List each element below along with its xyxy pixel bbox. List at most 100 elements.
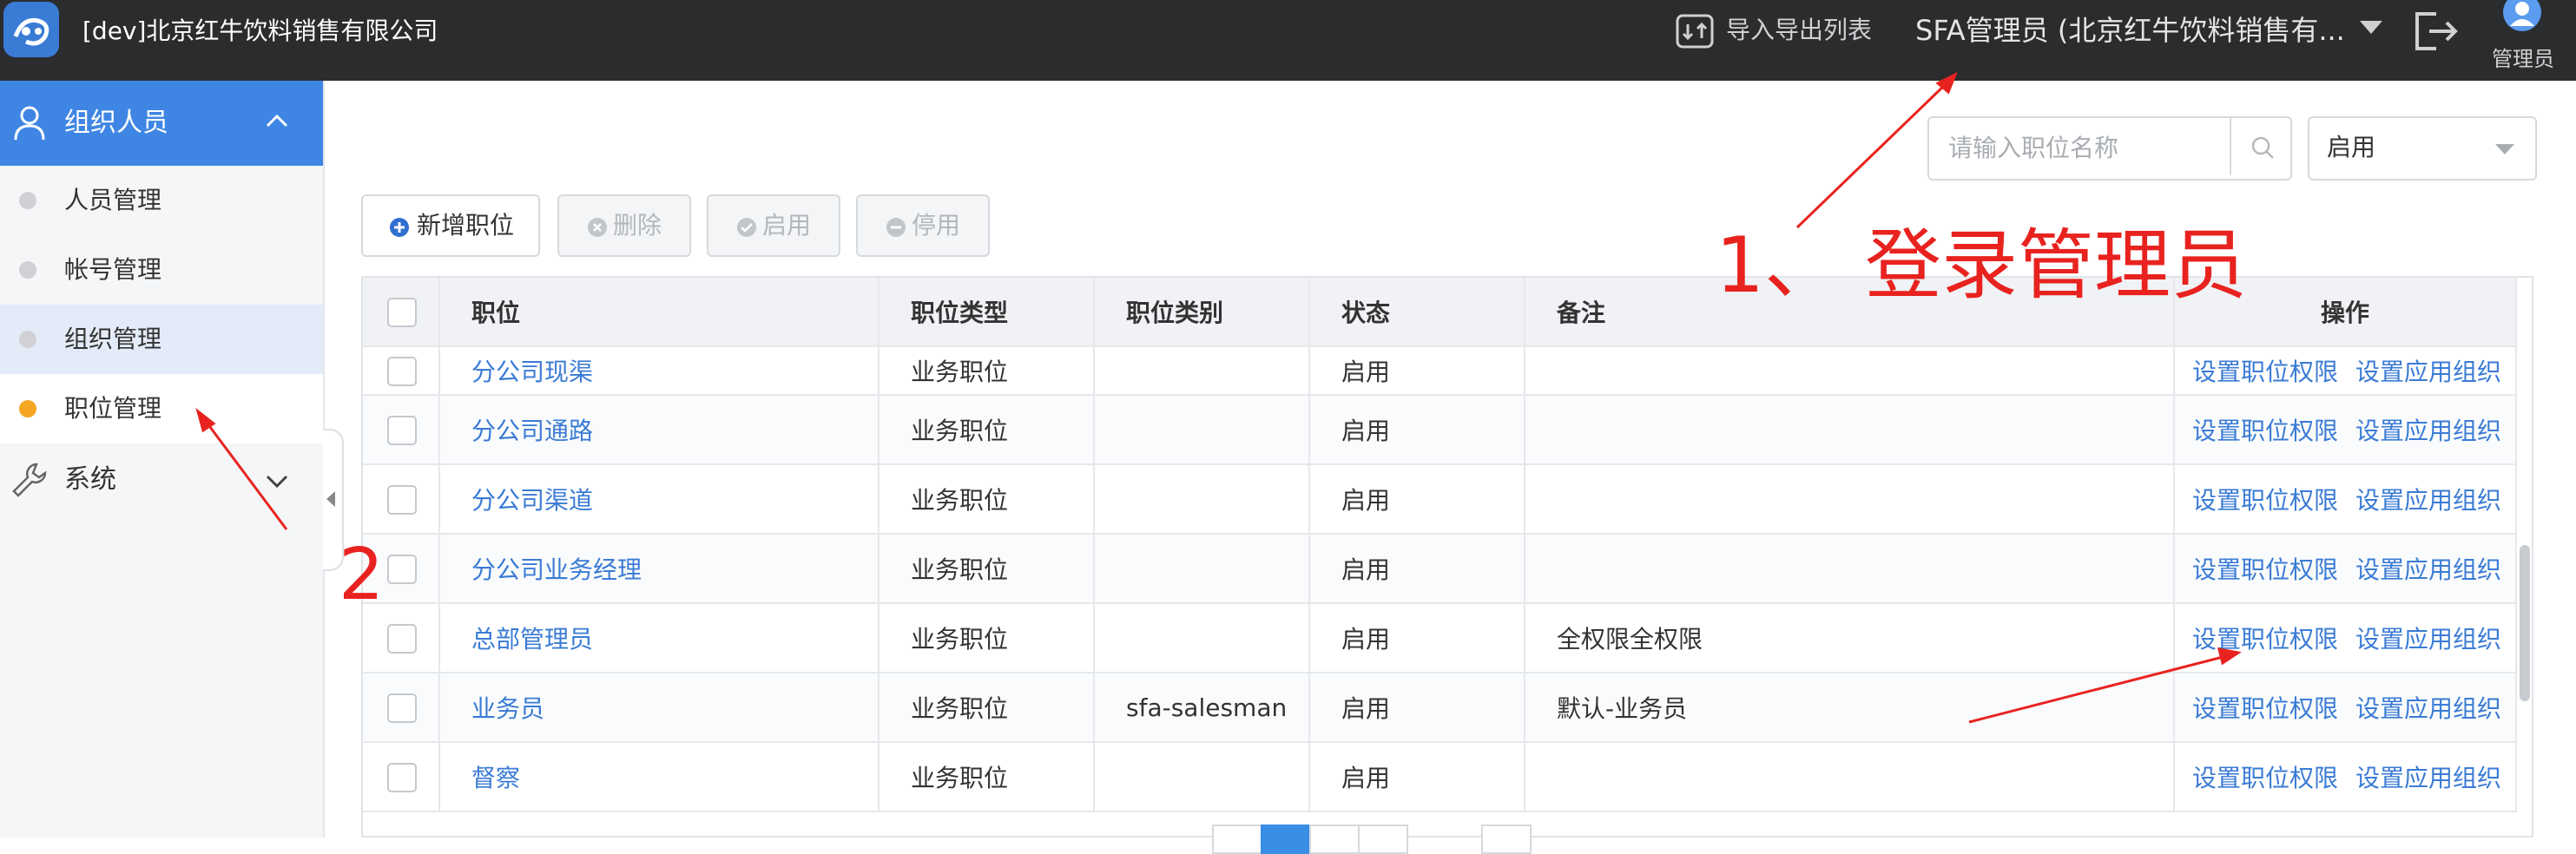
sidebar-item-personnel[interactable]: 人员管理: [0, 166, 323, 235]
avatar-icon[interactable]: [2502, 0, 2542, 35]
remark-cell: [1525, 464, 2175, 535]
annotation-step-2: 2: [339, 534, 385, 616]
status-select[interactable]: 启用: [2308, 116, 2537, 181]
disable-button[interactable]: 停用: [856, 194, 990, 257]
position-category-cell: [1094, 464, 1310, 535]
bullet-icon: [19, 261, 36, 279]
set-org-link[interactable]: 设置应用组织: [2355, 358, 2501, 386]
position-name-link[interactable]: 业务员: [439, 673, 880, 743]
sidebar-item-organization[interactable]: 组织管理: [0, 305, 323, 374]
pager-jump[interactable]: [1481, 824, 1532, 854]
add-position-button[interactable]: 新增职位: [361, 194, 540, 257]
set-permissions-link[interactable]: 设置职位权限: [2192, 358, 2338, 386]
bullet-icon: [19, 192, 36, 209]
column-header[interactable]: 状态: [1309, 278, 1525, 347]
position-category-cell: [1094, 346, 1310, 396]
position-category-cell: [1094, 395, 1310, 465]
sidebar-item-label: 帐号管理: [64, 255, 162, 284]
divider: [2230, 118, 2231, 175]
row-checkbox[interactable]: [387, 762, 417, 792]
row-checkbox[interactable]: [387, 415, 417, 445]
add-position-label: 新增职位: [417, 211, 515, 240]
sidebar-system-label: 系统: [64, 464, 116, 495]
admin-label[interactable]: 管理员: [2492, 42, 2554, 72]
position-name-link[interactable]: 分公司通路: [439, 395, 880, 465]
remark-cell: 默认-业务员: [1525, 673, 2175, 743]
row-checkbox[interactable]: [387, 693, 417, 723]
app-title: [dev]北京红牛饮料销售有限公司: [82, 16, 438, 45]
position-category-cell: [1094, 742, 1310, 812]
remark-cell: 全权限全权限: [1525, 603, 2175, 673]
disable-label: 停用: [912, 211, 961, 240]
search-icon[interactable]: [2249, 134, 2276, 161]
actions-cell: 设置职位权限 设置应用组织: [2174, 534, 2517, 604]
sidebar-item-positions[interactable]: 职位管理: [0, 374, 323, 443]
set-permissions-link[interactable]: 设置职位权限: [2192, 764, 2338, 792]
pager-next[interactable]: [1358, 824, 1408, 854]
set-org-link[interactable]: 设置应用组织: [2355, 764, 2501, 792]
pager-prev[interactable]: [1212, 824, 1262, 854]
column-header[interactable]: 职位类型: [879, 278, 1095, 347]
column-header[interactable]: 职位类别: [1094, 278, 1310, 347]
logout-icon[interactable]: [2412, 10, 2461, 52]
set-permissions-link[interactable]: 设置职位权限: [2192, 694, 2338, 723]
row-checkbox[interactable]: [387, 623, 417, 654]
set-permissions-link[interactable]: 设置职位权限: [2192, 555, 2338, 584]
set-permissions-link[interactable]: 设置职位权限: [2192, 625, 2338, 654]
chevron-up-icon[interactable]: [264, 110, 290, 131]
current-user-dropdown[interactable]: SFA管理员 (北京红牛饮料销售有...: [1915, 9, 2345, 52]
plus-circle-icon: [390, 218, 409, 237]
set-permissions-link[interactable]: 设置职位权限: [2192, 486, 2338, 515]
position-name-link[interactable]: 督察: [439, 742, 880, 812]
set-org-link[interactable]: 设置应用组织: [2355, 694, 2501, 723]
position-category-cell: sfa-salesman: [1094, 673, 1310, 743]
column-header[interactable]: 职位: [439, 278, 880, 347]
search-input[interactable]: [1931, 120, 2245, 175]
sidebar-item-label: 职位管理: [64, 394, 162, 423]
row-checkbox[interactable]: [387, 356, 417, 386]
actions-cell: 设置职位权限 设置应用组织: [2174, 346, 2517, 396]
pager-page-current[interactable]: [1261, 824, 1311, 854]
row-checkbox[interactable]: [387, 554, 417, 584]
wrench-icon: [12, 463, 47, 497]
status-cell: 启用: [1309, 346, 1525, 396]
position-search: [1927, 116, 2292, 181]
actions-cell: 设置职位权限 设置应用组织: [2174, 742, 2517, 812]
table-scrollbar[interactable]: [2520, 545, 2530, 701]
enable-button[interactable]: 启用: [707, 194, 840, 257]
sidebar-group-system[interactable]: 系统: [0, 443, 323, 522]
row-select-cell: [363, 346, 440, 396]
remark-cell: [1525, 346, 2175, 396]
delete-button[interactable]: 删除: [557, 194, 691, 257]
sidebar-item-accounts[interactable]: 帐号管理: [0, 235, 323, 305]
row-select-cell: [363, 464, 440, 535]
position-name-link[interactable]: 总部管理员: [439, 603, 880, 673]
import-export-list-link[interactable]: 导入导出列表: [1726, 9, 1872, 52]
select-all-checkbox[interactable]: [387, 297, 417, 327]
chevron-down-icon[interactable]: [264, 471, 290, 490]
position-name-link[interactable]: 分公司业务经理: [439, 534, 880, 604]
position-name-link[interactable]: 分公司渠道: [439, 464, 880, 535]
import-export-icon[interactable]: [1674, 10, 1716, 52]
position-type-cell: 业务职位: [879, 603, 1095, 673]
set-org-link[interactable]: 设置应用组织: [2355, 417, 2501, 445]
status-cell: 启用: [1309, 603, 1525, 673]
set-permissions-link[interactable]: 设置职位权限: [2192, 417, 2338, 445]
app-logo-icon[interactable]: [3, 2, 59, 57]
position-type-cell: 业务职位: [879, 346, 1095, 396]
actions-cell: 设置职位权限 设置应用组织: [2174, 464, 2517, 535]
pager-page[interactable]: [1309, 824, 1360, 854]
annotation-step-1: 1、 登录管理员: [1716, 220, 2247, 310]
position-name-link[interactable]: 分公司现渠: [439, 346, 880, 396]
chevron-down-icon[interactable]: [2360, 21, 2382, 34]
row-select-cell: [363, 673, 440, 743]
set-org-link[interactable]: 设置应用组织: [2355, 625, 2501, 654]
set-org-link[interactable]: 设置应用组织: [2355, 486, 2501, 515]
sidebar: 组织人员 人员管理 帐号管理 组织管理 职位管理 系统: [0, 81, 325, 838]
person-icon: [14, 106, 45, 141]
set-org-link[interactable]: 设置应用组织: [2355, 555, 2501, 584]
position-type-cell: 业务职位: [879, 464, 1095, 535]
sidebar-group-org-people[interactable]: 组织人员: [0, 81, 323, 166]
positions-table: 职位 职位类型 职位类别 状态 备注 操作 分公司现渠 业务职位 启用 设置职位权限设…: [361, 276, 2533, 838]
row-checkbox[interactable]: [387, 484, 417, 515]
